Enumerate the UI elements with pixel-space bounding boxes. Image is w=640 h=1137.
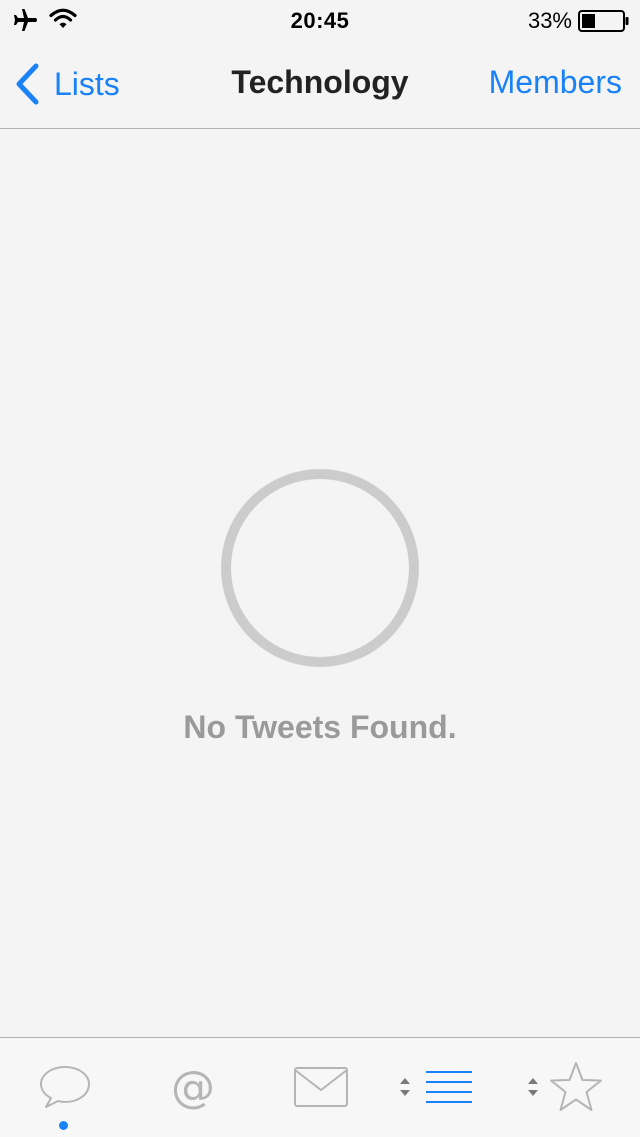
empty-circle-icon <box>221 469 419 667</box>
list-icon <box>426 1071 472 1103</box>
sort-arrows-icon <box>400 1078 410 1096</box>
envelope-icon <box>294 1067 348 1107</box>
tab-bar: @ <box>0 1037 640 1137</box>
empty-message: No Tweets Found. <box>183 709 457 745</box>
tab-timeline[interactable] <box>0 1038 128 1137</box>
svg-text:@: @ <box>171 1064 215 1110</box>
battery-percent: 33% <box>527 8 572 33</box>
tab-mentions[interactable]: @ <box>128 1038 256 1137</box>
sort-arrows-icon <box>528 1078 538 1096</box>
navigation-bar: Lists Technology Members <box>0 40 640 129</box>
status-bar: 20:45 33% <box>0 0 640 40</box>
at-sign-icon: @ <box>171 1064 215 1110</box>
tab-messages[interactable] <box>256 1038 384 1137</box>
members-button[interactable]: Members <box>489 64 622 101</box>
tab-favorites[interactable] <box>512 1038 640 1137</box>
speech-bubble-icon <box>40 1066 90 1108</box>
battery-icon <box>578 10 629 32</box>
star-icon <box>550 1062 602 1111</box>
tweet-list-empty-state: No Tweets Found. <box>0 129 640 1037</box>
tab-lists[interactable] <box>384 1038 512 1137</box>
active-indicator-dot <box>59 1121 68 1130</box>
